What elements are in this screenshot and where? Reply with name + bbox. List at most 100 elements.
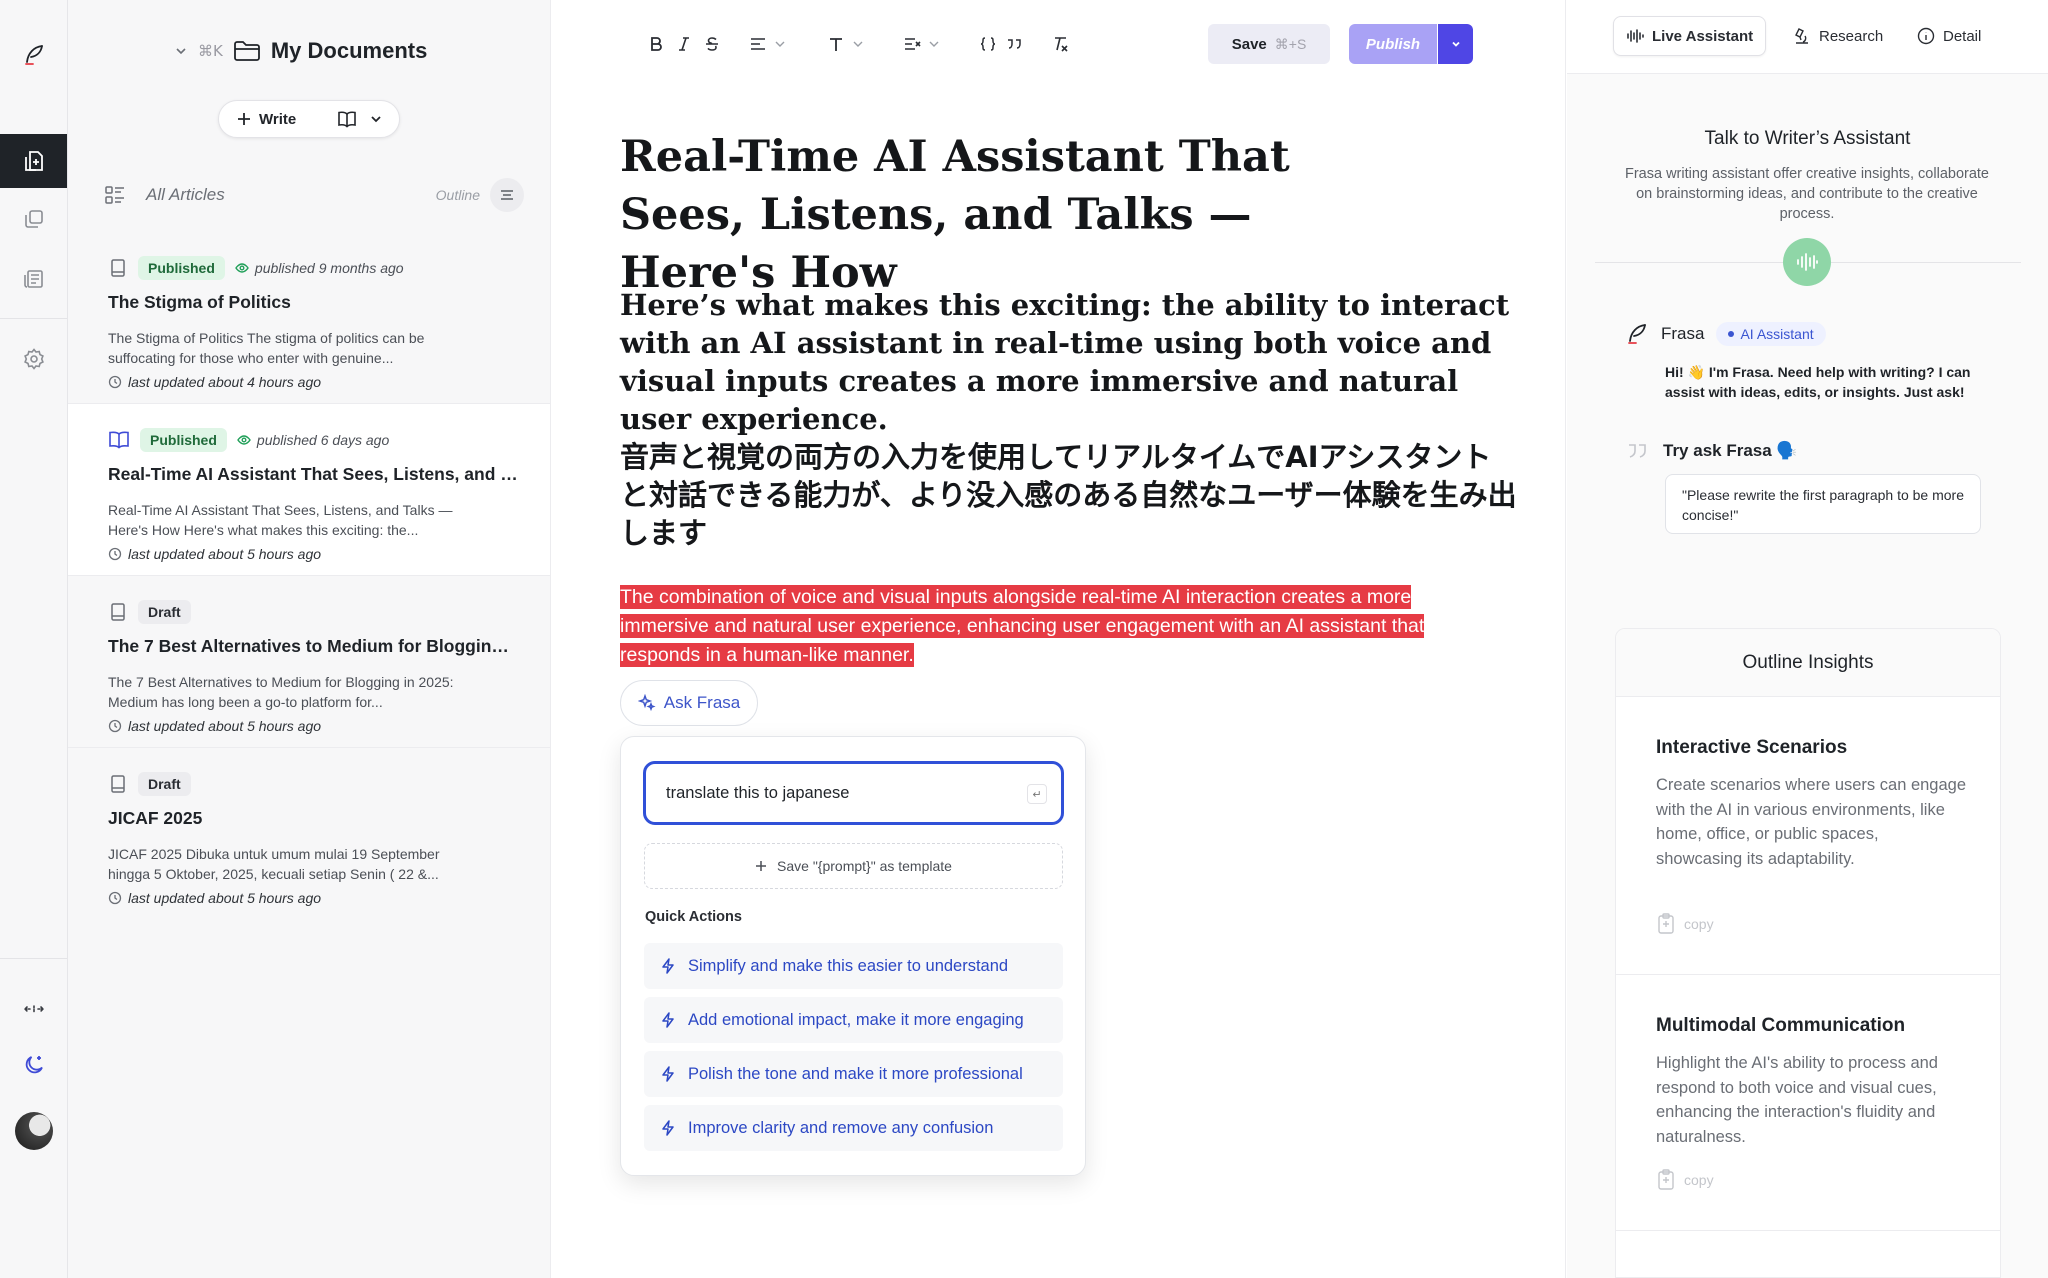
text-style-dropdown[interactable]	[826, 32, 864, 56]
copy-button[interactable]: copy	[1656, 913, 1714, 935]
save-template-button[interactable]: Save "{prompt}" as template	[644, 843, 1063, 889]
article-snippet: Real-Time AI Assistant That Sees, Listen…	[108, 502, 453, 538]
book-open-icon	[109, 431, 129, 449]
outline-label: Outline	[435, 187, 480, 203]
tab-detail[interactable]: Detail	[1905, 16, 1993, 56]
article-meta: Published published 9 months ago	[108, 254, 404, 282]
article-item[interactable]: Draft JICAF 2025 JICAF 2025 Dibuka untuk…	[68, 748, 550, 920]
prompt-input[interactable]: translate this to japanese ↵	[643, 761, 1064, 825]
copy-button[interactable]: copy	[1656, 1169, 1714, 1191]
align-left-icon	[751, 38, 765, 50]
waveform-icon	[1797, 253, 1818, 271]
bold-icon	[651, 37, 662, 51]
lightning-icon	[662, 1012, 674, 1028]
italic-button[interactable]	[674, 32, 694, 56]
newspaper-icon[interactable]	[0, 252, 67, 306]
article-meta: Draft	[108, 598, 191, 626]
ask-frasa-label: Ask Frasa	[663, 693, 741, 712]
folder-icon	[233, 41, 260, 61]
expand-icon[interactable]	[0, 982, 67, 1036]
voice-button[interactable]	[1783, 238, 1831, 286]
article-item[interactable]: Published published 9 months ago The Sti…	[68, 232, 550, 404]
code-button[interactable]	[978, 32, 998, 56]
try-ask-header: Try ask Frasa 🗣️	[1625, 440, 1798, 462]
tab-label: Live Assistant	[1652, 27, 1754, 45]
new-document-icon[interactable]	[0, 134, 67, 188]
editor-panel: Save ⌘+S Publish Real-Time AI Assistant …	[552, 0, 1566, 1278]
article-snippet: JICAF 2025 Dibuka untuk umum mulai 19 Se…	[108, 846, 440, 882]
tab-label: Detail	[1943, 27, 1982, 45]
chevron-down-icon[interactable]	[174, 44, 188, 58]
formatting-toolbar: Save ⌘+S Publish	[552, 24, 1566, 64]
insight-card: Multimodal Communication Highlight the A…	[1616, 975, 2000, 1231]
article-item[interactable]: Draft The 7 Best Alternatives to Medium …	[68, 576, 550, 748]
book-closed-icon	[111, 259, 125, 277]
lines-icon	[501, 190, 513, 200]
code-braces-icon	[980, 37, 996, 51]
mode-dropdown[interactable]	[327, 101, 383, 137]
plus-icon	[756, 861, 767, 871]
tab-research[interactable]: Research	[1781, 16, 1895, 56]
list-dropdown[interactable]	[902, 32, 940, 56]
shortcut-hint: ⌘K	[198, 42, 223, 60]
save-label: Save	[1231, 35, 1267, 53]
quick-action-item[interactable]: Simplify and make this easier to underst…	[644, 943, 1063, 989]
status-badge: Draft	[138, 772, 191, 796]
assistant-message-header: Frasa AI Assistant	[1625, 322, 1826, 346]
publish-dropdown-button[interactable]	[1438, 24, 1473, 64]
insight-body: Create scenarios where users can engage …	[1656, 776, 1967, 868]
save-template-label: Save "{prompt}" as template	[777, 858, 952, 874]
eye-icon	[237, 435, 251, 445]
lightning-icon	[662, 1066, 674, 1082]
quick-action-item[interactable]: Add emotional impact, make it more engag…	[644, 997, 1063, 1043]
clear-format-button[interactable]	[1050, 32, 1070, 56]
assistant-subtitle: Frasa writing assistant offer creative i…	[1624, 166, 1989, 222]
quote-icon	[1629, 444, 1646, 458]
assistant-name: Frasa	[1661, 324, 1705, 343]
status-badge: Draft	[138, 600, 191, 624]
article-title: JICAF 2025	[108, 808, 203, 828]
settings-icon[interactable]	[0, 332, 67, 386]
bold-button[interactable]	[646, 32, 666, 56]
article-updated: last updated about 4 hours ago	[108, 374, 321, 390]
quick-action-label: Add emotional impact, make it more engag…	[688, 1010, 1024, 1029]
strikethrough-button[interactable]	[702, 32, 722, 56]
collection-icon[interactable]	[0, 192, 67, 246]
quote-button[interactable]	[1004, 32, 1024, 56]
suggested-prompt[interactable]: "Please rewrite the first paragraph to b…	[1665, 474, 1981, 534]
align-dropdown[interactable]	[748, 32, 786, 56]
tab-live-assistant[interactable]: Live Assistant	[1613, 16, 1767, 56]
documents-title[interactable]: My Documents	[271, 38, 427, 64]
published-time: published 6 days ago	[237, 432, 389, 448]
outline-toggle-button[interactable]	[490, 178, 524, 212]
rail-divider	[0, 958, 67, 959]
status-badge: Published	[138, 256, 225, 280]
ai-assistant-badge: AI Assistant	[1716, 322, 1826, 346]
dark-mode-icon[interactable]	[0, 1038, 67, 1092]
enter-key-icon[interactable]: ↵	[1027, 784, 1047, 804]
feather-logo-icon[interactable]	[0, 28, 67, 82]
ask-frasa-button[interactable]: Ask Frasa	[620, 680, 758, 726]
publish-button[interactable]: Publish	[1349, 24, 1437, 64]
list-format-icon	[905, 38, 921, 50]
article-subheading-japanese[interactable]: 音声と視覚の両方の入力を使用してリアルタイムでAIアシスタントと対話できる能力が…	[620, 438, 1520, 552]
save-button[interactable]: Save ⌘+S	[1208, 24, 1330, 64]
clock-icon	[108, 547, 122, 561]
icon-rail	[0, 0, 68, 1278]
avatar[interactable]	[0, 1104, 67, 1158]
highlighted-paragraph[interactable]: The combination of voice and visual inpu…	[620, 583, 1500, 670]
quick-action-item[interactable]: Polish the tone and make it more profess…	[644, 1051, 1063, 1097]
book-open-icon	[338, 111, 356, 128]
all-articles-label: All Articles	[146, 185, 225, 204]
article-item-active[interactable]: Published published 6 days ago Real-Time…	[68, 404, 550, 576]
rail-divider	[0, 318, 67, 319]
article-subheading[interactable]: Here’s what makes this exciting: the abi…	[620, 286, 1520, 438]
status-dot	[1728, 331, 1735, 337]
write-label: Write	[259, 110, 297, 128]
list-view-icon[interactable]	[104, 184, 126, 206]
write-button[interactable]: Write	[219, 101, 327, 137]
article-list-header: All Articles Outline	[104, 178, 524, 212]
quick-action-item[interactable]: Improve clarity and remove any confusion	[644, 1105, 1063, 1151]
plus-icon	[238, 113, 250, 125]
article-heading[interactable]: Real-Time AI Assistant That Sees, Listen…	[620, 128, 1420, 302]
